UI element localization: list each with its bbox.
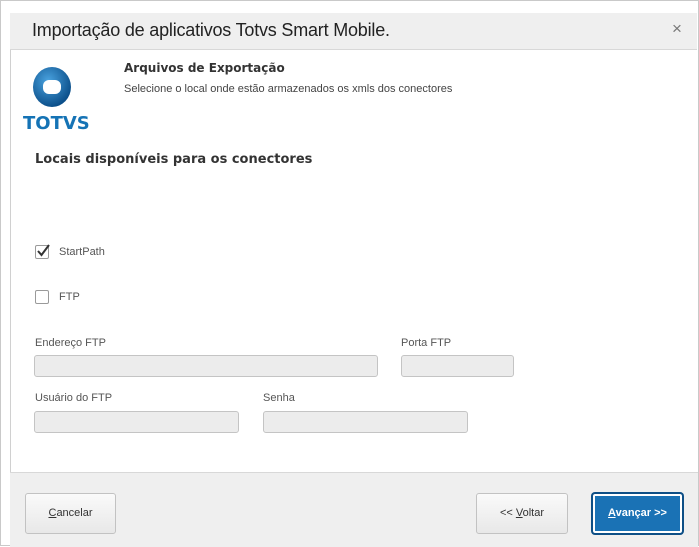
section-title: Locais disponíveis para os conectores (35, 152, 313, 167)
header-subtitle: Selecione o local onde estão armazenados… (124, 83, 453, 95)
logo-text: TOTVS (23, 113, 90, 134)
back-prefix: << (499, 507, 516, 519)
password-field[interactable] (263, 411, 468, 433)
title-bar: Importação de aplicativos Totvs Smart Mo… (10, 13, 697, 50)
checkmark-icon (37, 244, 50, 257)
cancel-button[interactable]: Cancelar (25, 493, 116, 534)
ftp-port-label: Porta FTP (401, 337, 452, 349)
startpath-label: StartPath (59, 246, 105, 258)
next-label: vançar >> (615, 507, 667, 519)
ftp-option[interactable]: FTP (35, 289, 80, 305)
back-button[interactable]: << Voltar (476, 493, 568, 534)
dialog-window: Importação de aplicativos Totvs Smart Mo… (0, 0, 699, 547)
ftp-checkbox[interactable] (35, 290, 49, 304)
left-divider (10, 50, 11, 472)
totvs-logo: TOTVS (23, 65, 90, 135)
back-label: oltar (522, 507, 545, 519)
back-mnemonic: V (515, 507, 523, 519)
dialog-footer: Cancelar << Voltar Avançar >> (10, 472, 698, 547)
ftp-address-field[interactable] (34, 355, 378, 377)
cancel-label: ancelar (56, 507, 93, 519)
password-label: Senha (263, 392, 295, 404)
startpath-checkbox[interactable] (35, 244, 50, 259)
ftp-port-field[interactable] (401, 355, 514, 377)
ftp-user-field[interactable] (34, 411, 239, 433)
next-button[interactable]: Avançar >> (592, 493, 683, 534)
ftp-user-label: Usuário do FTP (35, 392, 113, 404)
totvs-logo-icon (33, 67, 71, 107)
ftp-address-label: Endereço FTP (35, 337, 106, 349)
startpath-option[interactable]: StartPath (35, 244, 105, 260)
next-mnemonic: A (608, 507, 616, 519)
header-title: Arquivos de Exportação (124, 61, 285, 75)
dialog-title: Importação de aplicativos Totvs Smart Mo… (32, 20, 390, 40)
ftp-label: FTP (59, 291, 80, 303)
close-icon[interactable]: × (667, 18, 687, 40)
